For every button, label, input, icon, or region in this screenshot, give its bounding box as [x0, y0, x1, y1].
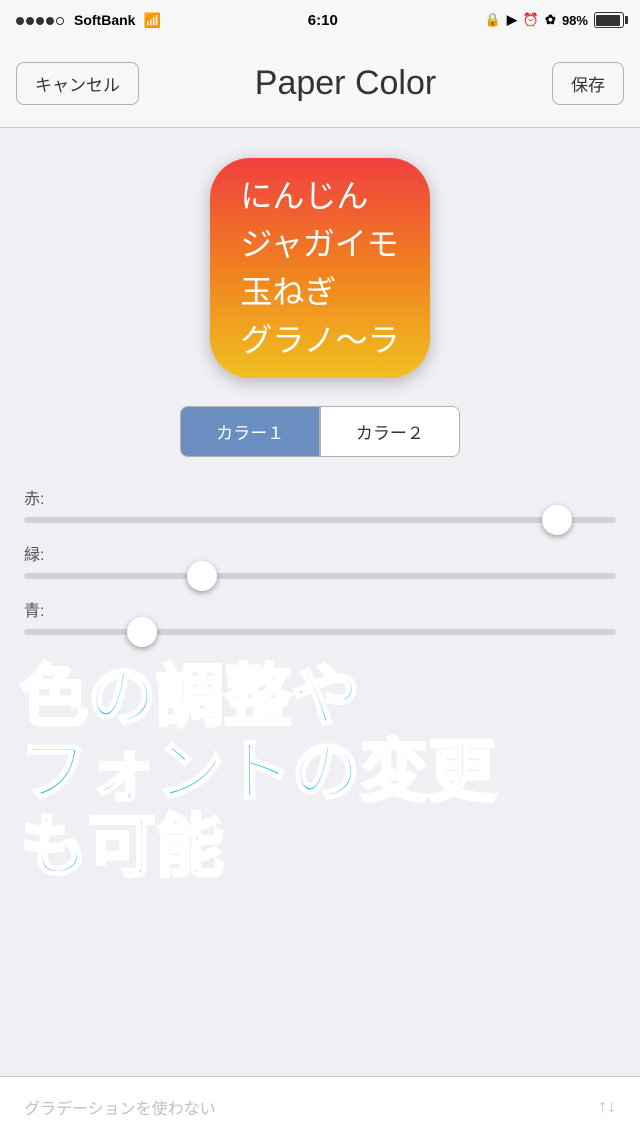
green-label: 緑: [24, 541, 616, 565]
icon-preview-container: にんじん ジャガイモ 玉ねぎ グラノ～ラ [0, 158, 640, 378]
red-slider-fill [24, 517, 557, 523]
color2-tab[interactable]: カラー２ [321, 407, 459, 456]
battery-percent: 98% [562, 13, 588, 28]
location-icon: ▶ [507, 12, 517, 28]
green-slider-fill [24, 573, 202, 579]
bottom-bar-label: グラデーションを使わない [24, 1095, 216, 1119]
bottom-bar: グラデーションを使わない ↑↓ [0, 1076, 640, 1136]
icon-line-2: ジャガイモ [240, 220, 399, 268]
status-time: 6:10 [308, 12, 338, 29]
main-content: にんじん ジャガイモ 玉ねぎ グラノ～ラ カラー１ カラー２ 赤: 緑: [0, 128, 640, 635]
icon-line-3: 玉ねぎ [240, 268, 399, 316]
overlay-line-1: 色の調整や [20, 660, 496, 735]
sliders-section: 赤: 緑: 青: [0, 485, 640, 635]
red-slider-row: 赤: [24, 485, 616, 523]
icon-line-1: にんじん [240, 172, 399, 220]
signal-dots [16, 12, 66, 28]
alarm-icon: ⏰ [523, 12, 539, 28]
save-button[interactable]: 保存 [552, 62, 624, 105]
app-icon-text: にんじん ジャガイモ 玉ねぎ グラノ～ラ [230, 162, 409, 374]
green-slider-row: 緑: [24, 541, 616, 579]
nav-bar: キャンセル Paper Color 保存 [0, 40, 640, 128]
green-slider-thumb[interactable] [187, 561, 217, 591]
icon-line-4: グラノ～ラ [240, 316, 399, 364]
segmented-control: カラー１ カラー２ [180, 406, 460, 457]
status-left: SoftBank 📶 [16, 12, 161, 29]
blue-label: 青: [24, 597, 616, 621]
sort-icon[interactable]: ↑↓ [598, 1096, 616, 1117]
segmented-container: カラー１ カラー２ [0, 406, 640, 457]
blue-slider-fill [24, 629, 142, 635]
red-slider-thumb[interactable] [542, 505, 572, 535]
page-title: Paper Color [255, 64, 436, 103]
status-right: 🔒 ▶ ⏰ ✿ 98% [485, 12, 624, 28]
blue-slider-track[interactable] [24, 629, 616, 635]
red-slider-track[interactable] [24, 517, 616, 523]
blue-slider-thumb[interactable] [127, 617, 157, 647]
overlay-line-2: フォントの変更 [20, 735, 496, 810]
lock-icon: 🔒 [485, 12, 501, 28]
battery-indicator [594, 12, 624, 28]
blue-slider-row: 青: [24, 597, 616, 635]
overlay-text: 色の調整や フォントの変更 も可能 [20, 660, 496, 884]
status-bar: SoftBank 📶 6:10 🔒 ▶ ⏰ ✿ 98% [0, 0, 640, 40]
red-label: 赤: [24, 485, 616, 509]
carrier-label: SoftBank [74, 12, 135, 28]
green-slider-track[interactable] [24, 573, 616, 579]
wifi-icon: 📶 [143, 12, 160, 29]
bluetooth-icon: ✿ [545, 12, 556, 28]
app-icon-preview: にんじん ジャガイモ 玉ねぎ グラノ～ラ [210, 158, 430, 378]
overlay-line-3: も可能 [20, 810, 496, 885]
cancel-button[interactable]: キャンセル [16, 62, 139, 105]
color1-tab[interactable]: カラー１ [181, 407, 319, 456]
